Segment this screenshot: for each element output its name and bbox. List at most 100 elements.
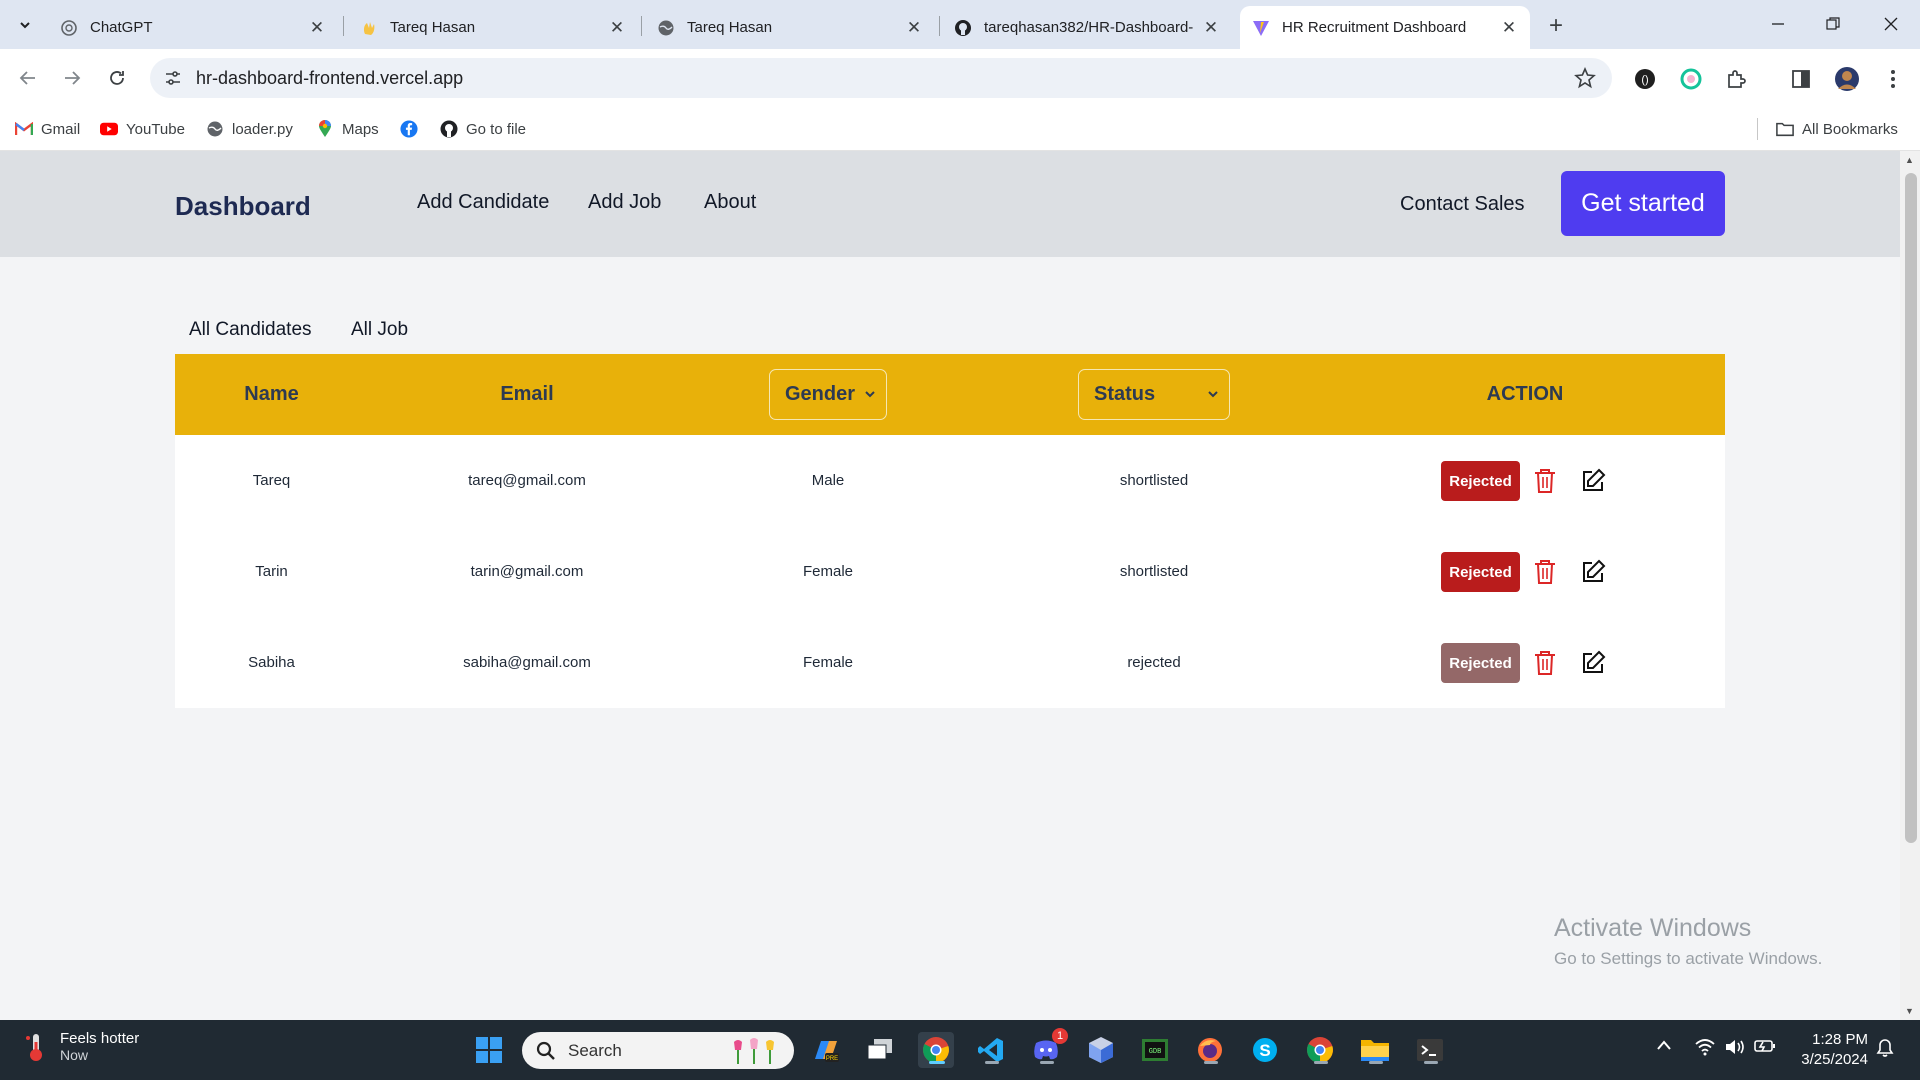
tab-tareq-hasan-1[interactable]: Tareq Hasan ✕ xyxy=(348,6,638,49)
reject-button[interactable]: Rejected xyxy=(1441,552,1520,592)
scroll-up-icon[interactable]: ▲ xyxy=(1905,155,1914,165)
taskbar-chrome-active[interactable] xyxy=(918,1032,954,1068)
nav-link-add-job[interactable]: Add Job xyxy=(588,191,661,214)
taskbar-vscode[interactable] xyxy=(973,1032,1009,1068)
reload-button[interactable] xyxy=(102,63,132,93)
profile-avatar[interactable] xyxy=(1834,66,1860,92)
nav-link-about[interactable]: About xyxy=(704,191,756,214)
new-tab-button[interactable]: + xyxy=(1542,12,1570,40)
contact-sales-link[interactable]: Contact Sales xyxy=(1400,193,1525,216)
bookmark-youtube[interactable]: YouTube xyxy=(100,116,185,142)
status-filter-label: Status xyxy=(1094,383,1156,405)
chrome-icon xyxy=(1307,1037,1333,1063)
extensions-puzzle-icon[interactable] xyxy=(1723,66,1749,92)
cell-email: tareq@gmail.com xyxy=(468,472,586,489)
tab-separator xyxy=(343,16,344,36)
gender-filter-select[interactable]: Gender xyxy=(769,369,887,420)
bookmark-facebook[interactable] xyxy=(400,116,426,142)
taskbar-terminal[interactable] xyxy=(1412,1032,1448,1068)
tab-chatgpt[interactable]: ChatGPT ✕ xyxy=(48,6,338,49)
scrollbar-thumb[interactable] xyxy=(1905,173,1917,843)
tab-all-job[interactable]: All Job xyxy=(351,319,408,341)
all-bookmarks-button[interactable]: All Bookmarks xyxy=(1776,116,1898,142)
close-tab-icon[interactable]: ✕ xyxy=(1202,18,1220,37)
back-button[interactable] xyxy=(13,63,43,93)
taskbar-copilot[interactable]: PRE xyxy=(808,1032,844,1068)
bookmarks-bar: Gmail YouTube loader.py Maps Go to file xyxy=(0,108,1920,151)
trash-icon[interactable] xyxy=(1533,468,1557,494)
tab-hr-dashboard[interactable]: HR Recruitment Dashboard ✕ xyxy=(1240,6,1530,49)
edit-icon[interactable] xyxy=(1580,468,1606,494)
wifi-icon[interactable] xyxy=(1694,1038,1716,1061)
weather-widget[interactable]: Feels hotter Now xyxy=(24,1030,139,1063)
taskbar-firefox[interactable] xyxy=(1192,1032,1228,1068)
bookmark-maps[interactable]: Maps xyxy=(316,116,379,142)
taskbar-app-cube[interactable] xyxy=(1083,1032,1119,1068)
tab-github-repo[interactable]: tareqhasan382/HR-Dashboard- ✕ xyxy=(942,6,1232,49)
running-indicator xyxy=(985,1061,999,1064)
bookmark-gmail[interactable]: Gmail xyxy=(15,116,80,142)
nav-link-add-candidate[interactable]: Add Candidate xyxy=(417,191,549,214)
tab-title: HR Recruitment Dashboard xyxy=(1282,19,1467,36)
system-clock[interactable]: 1:28 PM 3/25/2024 xyxy=(1790,1030,1868,1070)
bookmark-loader-py[interactable]: loader.py xyxy=(206,116,293,142)
weather-subtitle: Now xyxy=(60,1047,89,1063)
close-icon xyxy=(1884,17,1898,31)
reject-button-disabled[interactable]: Rejected xyxy=(1441,643,1520,683)
battery-icon[interactable] xyxy=(1754,1038,1776,1059)
taskbar-search[interactable]: Search xyxy=(522,1032,794,1069)
forward-button[interactable] xyxy=(57,63,87,93)
scroll-down-icon[interactable]: ▼ xyxy=(1905,1006,1914,1016)
volume-icon[interactable] xyxy=(1724,1038,1746,1061)
table-body: Tareq tareq@gmail.com Male shortlisted R… xyxy=(175,435,1725,708)
svg-text:PRE: PRE xyxy=(826,1056,838,1062)
close-tab-icon[interactable]: ✕ xyxy=(308,18,326,37)
close-window-button[interactable] xyxy=(1866,8,1916,40)
close-tab-icon[interactable]: ✕ xyxy=(608,18,626,37)
taskbar-task-view[interactable] xyxy=(862,1032,898,1068)
bookmark-label: Go to file xyxy=(466,120,527,138)
restore-button[interactable] xyxy=(1808,8,1858,40)
taskbar-chrome-2[interactable] xyxy=(1302,1032,1338,1068)
youtube-icon xyxy=(100,120,118,138)
edit-icon[interactable] xyxy=(1580,559,1606,585)
close-tab-icon[interactable]: ✕ xyxy=(905,18,923,37)
get-started-button[interactable]: Get started xyxy=(1561,171,1725,236)
page-scrollbar[interactable]: ▲ ▼ xyxy=(1900,151,1920,1020)
grammarly-icon[interactable] xyxy=(1678,66,1704,92)
tab-title: Tareq Hasan xyxy=(390,19,476,36)
taskbar-skype[interactable]: S xyxy=(1247,1032,1283,1068)
minimize-button[interactable] xyxy=(1753,8,1803,40)
taskbar-terminal-green[interactable]: GDB xyxy=(1137,1032,1173,1068)
tab-tareq-hasan-2[interactable]: Tareq Hasan ✕ xyxy=(645,6,935,49)
trash-icon[interactable] xyxy=(1533,559,1557,585)
trash-icon[interactable] xyxy=(1533,650,1557,676)
extension-icon[interactable]: () xyxy=(1632,66,1658,92)
cell-status: shortlisted xyxy=(1119,472,1189,489)
header-name: Name xyxy=(244,383,299,405)
table-row: Tareq tareq@gmail.com Male shortlisted R… xyxy=(175,435,1725,526)
table-header: Name Email Gender Status ACTION xyxy=(175,354,1725,435)
bookmark-go-to-file[interactable]: Go to file xyxy=(440,116,526,142)
bookmark-star-icon[interactable] xyxy=(1574,66,1596,94)
status-filter-select[interactable]: Status xyxy=(1078,369,1230,420)
taskbar-file-explorer[interactable] xyxy=(1357,1032,1393,1068)
address-bar[interactable]: hr-dashboard-frontend.vercel.app xyxy=(150,58,1612,98)
start-button[interactable] xyxy=(471,1032,507,1068)
tray-overflow-icon[interactable] xyxy=(1656,1038,1672,1056)
notifications-bell-icon[interactable] xyxy=(1876,1038,1894,1063)
side-panel-icon[interactable] xyxy=(1788,66,1814,92)
brand-logo[interactable]: Dashboard xyxy=(175,191,311,222)
facebook-icon xyxy=(400,120,418,138)
tab-search-button[interactable] xyxy=(10,12,40,38)
cell-status: rejected xyxy=(1127,654,1181,671)
reject-button[interactable]: Rejected xyxy=(1441,461,1520,501)
tab-all-candidates[interactable]: All Candidates xyxy=(189,319,312,341)
menu-kebab-icon[interactable] xyxy=(1880,66,1906,92)
taskbar-discord[interactable]: 1 xyxy=(1028,1028,1068,1068)
running-indicator xyxy=(1040,1061,1054,1064)
table-row: Tarin tarin@gmail.com Female shortlisted… xyxy=(175,526,1725,617)
close-tab-icon[interactable]: ✕ xyxy=(1500,18,1518,37)
site-settings-icon[interactable] xyxy=(164,69,182,92)
edit-icon[interactable] xyxy=(1580,650,1606,676)
